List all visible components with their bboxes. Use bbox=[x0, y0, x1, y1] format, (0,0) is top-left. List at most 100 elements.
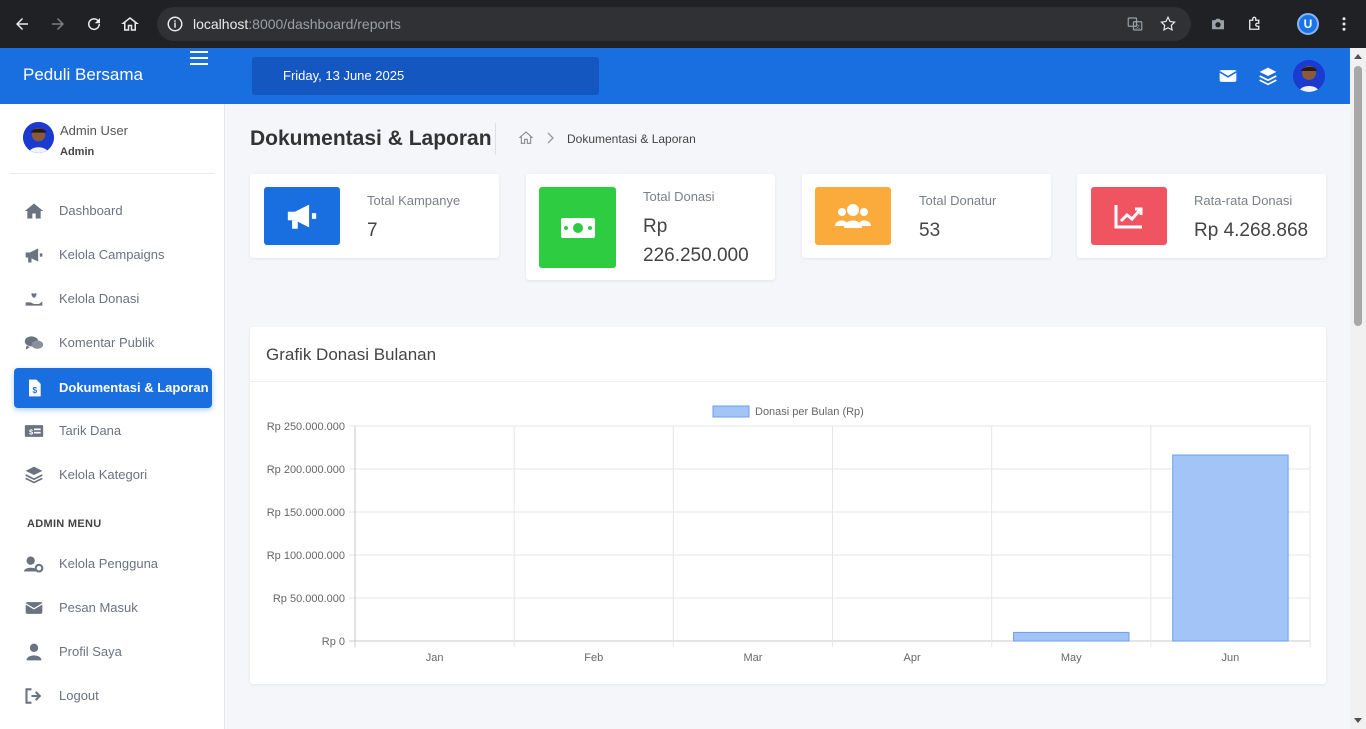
user-icon bbox=[26, 643, 42, 661]
sidebar-item-label: Logout bbox=[59, 688, 99, 703]
users-icon bbox=[815, 187, 891, 245]
chevron-right-icon bbox=[547, 132, 554, 144]
user-avatar-top[interactable] bbox=[1293, 60, 1325, 92]
sidebar-item-campaigns[interactable]: Kelola Campaigns bbox=[14, 235, 212, 275]
bar-chart: Rp 0 Rp 50.000.000 Rp 100.000.000 Rp 150.00… bbox=[267, 405, 1311, 664]
screenshot-button[interactable] bbox=[1206, 12, 1230, 36]
layers-icon[interactable] bbox=[1258, 66, 1278, 86]
home-icon bbox=[121, 17, 139, 31]
puzzle-icon bbox=[1249, 16, 1260, 30]
bookmark-button[interactable] bbox=[1156, 12, 1180, 36]
sidebar-item-donasi[interactable]: Kelola Donasi bbox=[14, 279, 212, 319]
address-bar[interactable]: localhost:8000/dashboard/reports 文 bbox=[157, 7, 1191, 41]
admin-menu-heading: ADMIN MENU bbox=[27, 518, 102, 530]
home-icon bbox=[24, 203, 44, 219]
x-tick-label: Jan bbox=[426, 652, 444, 664]
y-tick-label: Rp 250.000.000 bbox=[267, 421, 345, 433]
more-vert-icon bbox=[1342, 17, 1346, 31]
sidebar-item-komentar[interactable]: Komentar Publik bbox=[14, 323, 212, 363]
top-navbar: Friday, 13 June 2025 bbox=[225, 48, 1350, 104]
y-tick-label: Rp 0 bbox=[322, 636, 345, 648]
sidebar-item-kategori[interactable]: Kelola Kategori bbox=[14, 455, 212, 495]
stat-title: Total Donasi bbox=[643, 189, 715, 204]
reload-button[interactable] bbox=[82, 12, 106, 36]
user-name: Admin User bbox=[60, 123, 128, 138]
y-tick-label: Rp 200.000.000 bbox=[267, 464, 345, 476]
sidebar: Admin User Admin Dashboard Kelola Campai… bbox=[0, 104, 225, 729]
stat-value: Rp 4.268.868 bbox=[1194, 220, 1309, 241]
sidebar-item-label: Profil Saya bbox=[59, 644, 122, 659]
brand-name[interactable]: Peduli Bersama bbox=[23, 65, 143, 85]
sidebar-item-label: Dokumentasi & Laporan bbox=[59, 380, 209, 395]
sidebar-item-dashboard[interactable]: Dashboard bbox=[14, 191, 212, 231]
sidebar-item-profil[interactable]: Profil Saya bbox=[14, 632, 212, 672]
x-tick-label: May bbox=[1061, 652, 1082, 664]
sidebar-item-logout[interactable]: Logout bbox=[14, 676, 212, 716]
sidebar-item-label: Kelola Kategori bbox=[59, 467, 148, 482]
layers-icon bbox=[25, 466, 43, 484]
legend-swatch bbox=[712, 405, 750, 418]
stat-card-donatur: Total Donatur 53 bbox=[802, 174, 1051, 258]
stat-title: Rata-rata Donasi bbox=[1194, 193, 1293, 208]
sidebar-item-label: Pesan Masuk bbox=[59, 600, 138, 615]
sidebar-item-tarik-dana[interactable]: $ Tarik Dana bbox=[14, 411, 212, 451]
bar-may bbox=[1013, 631, 1130, 642]
page-title: Dokumentasi & Laporan bbox=[250, 127, 492, 150]
sidebar-item-pesan[interactable]: Pesan Masuk bbox=[14, 588, 212, 628]
date-display: Friday, 13 June 2025 bbox=[252, 57, 599, 95]
sidebar-item-label: Kelola Donasi bbox=[59, 291, 140, 306]
file-invoice-icon: $ bbox=[29, 379, 41, 397]
users-cog-icon bbox=[24, 556, 44, 573]
sidebar-item-pengguna[interactable]: Kelola Pengguna bbox=[14, 544, 212, 584]
breadcrumb-current: Dokumentasi & Laporan bbox=[567, 132, 696, 146]
sidebar-item-label: Kelola Campaigns bbox=[59, 247, 165, 262]
x-tick-label: Feb bbox=[584, 652, 603, 664]
chart-panel: Grafik Donasi Bulanan Rp 0 Rp 50.000.000 R… bbox=[250, 327, 1326, 684]
sidebar-item-label: Tarik Dana bbox=[59, 423, 122, 438]
y-tick-label: Rp 150.000.000 bbox=[267, 507, 345, 519]
stat-title: Total Kampanye bbox=[367, 193, 461, 208]
home-button[interactable] bbox=[118, 12, 142, 36]
translate-icon: 文 bbox=[1127, 17, 1143, 31]
brand-header: Peduli Bersama bbox=[0, 48, 225, 104]
envelope-icon[interactable] bbox=[1218, 66, 1238, 86]
arrow-left-icon bbox=[16, 18, 28, 30]
stat-title: Total Donatur bbox=[919, 193, 997, 208]
hamburger-menu-icon[interactable] bbox=[190, 51, 208, 67]
stat-card-donasi: Total Donasi Rp 226.250.000 bbox=[526, 174, 775, 280]
y-tick-label: Rp 50.000.000 bbox=[273, 593, 345, 605]
stat-card-rata-rata: Rata-rata Donasi Rp 4.268.868 bbox=[1077, 174, 1326, 258]
donate-hand-icon bbox=[25, 293, 43, 306]
bar-jun bbox=[1172, 454, 1289, 642]
url-text: localhost:8000/dashboard/reports bbox=[193, 16, 401, 32]
breadcrumb-home-icon[interactable] bbox=[518, 130, 534, 146]
chart-line-icon bbox=[1091, 187, 1167, 245]
back-button[interactable] bbox=[10, 12, 34, 36]
money-check-icon: $ bbox=[24, 425, 44, 437]
scroll-down-arrow-icon[interactable] bbox=[1354, 718, 1362, 723]
avatar bbox=[23, 122, 54, 153]
site-info-icon[interactable] bbox=[166, 15, 184, 33]
page-scrollbar[interactable] bbox=[1350, 48, 1366, 729]
translate-button[interactable]: 文 bbox=[1123, 12, 1147, 36]
sign-out-icon bbox=[25, 688, 42, 704]
sidebar-item-label: Komentar Publik bbox=[59, 335, 155, 350]
stat-card-kampanye: Total Kampanye 7 bbox=[250, 174, 499, 258]
money-bill-icon bbox=[539, 187, 616, 268]
menu-button[interactable] bbox=[1332, 12, 1356, 36]
envelope-icon bbox=[25, 602, 43, 614]
svg-text:$: $ bbox=[33, 385, 38, 395]
arrow-right-icon bbox=[52, 18, 64, 30]
scrollbar-thumb[interactable] bbox=[1354, 66, 1362, 326]
stat-value: 7 bbox=[367, 220, 378, 241]
sidebar-item-laporan[interactable]: $ Dokumentasi & Laporan bbox=[14, 368, 212, 408]
forward-button[interactable] bbox=[46, 12, 70, 36]
divider bbox=[495, 123, 496, 155]
date-text: Friday, 13 June 2025 bbox=[283, 68, 405, 83]
extensions-button[interactable] bbox=[1243, 12, 1267, 36]
divider bbox=[10, 173, 215, 174]
x-tick-label: Jun bbox=[1222, 652, 1240, 664]
scroll-up-arrow-icon[interactable] bbox=[1354, 54, 1362, 59]
profile-button[interactable]: U bbox=[1297, 13, 1319, 35]
sidebar-item-label: Dashboard bbox=[59, 203, 123, 218]
